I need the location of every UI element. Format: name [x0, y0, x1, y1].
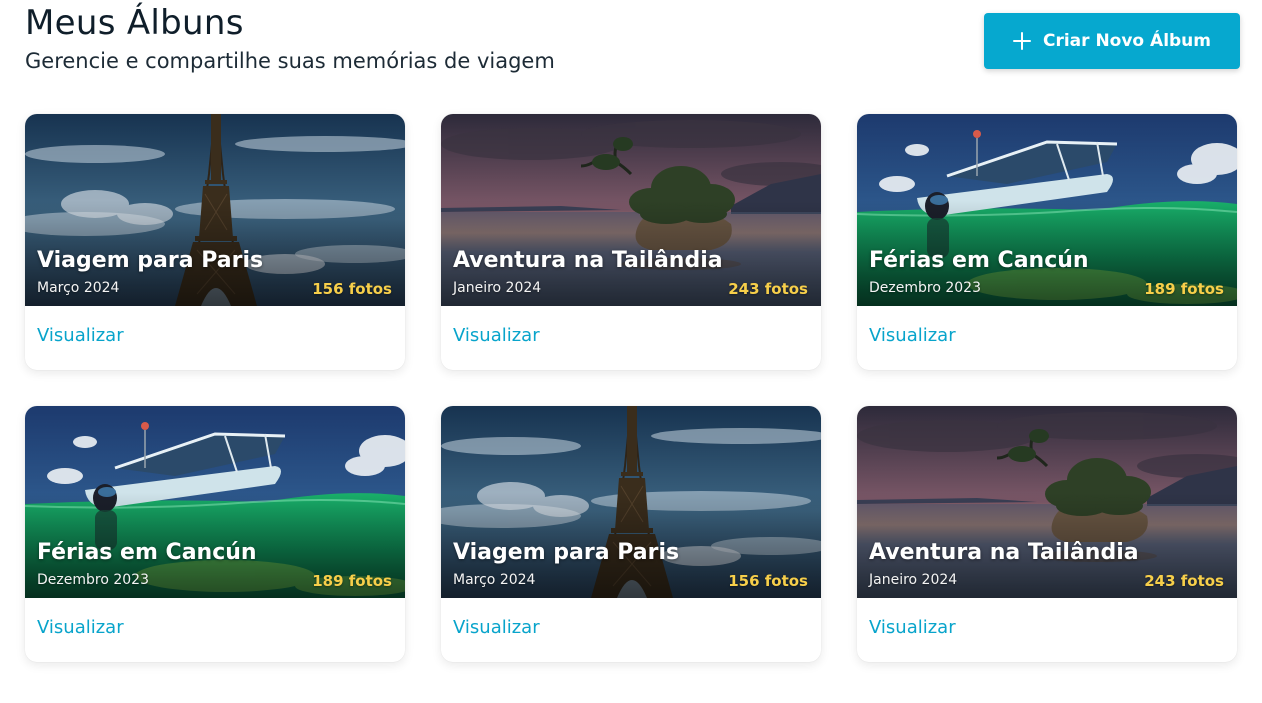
album-title: Viagem para Paris — [37, 248, 264, 273]
album-card[interactable]: Aventura na Tailândia Janeiro 2024 243 fot… — [441, 114, 821, 370]
album-cover-image[interactable] — [441, 114, 821, 306]
album-card[interactable]: Férias em Cancún Dezembro 2023 189 fotos Vi… — [857, 114, 1237, 370]
eiffel-tower-photo — [441, 406, 821, 598]
album-title: Aventura na Tailândia — [453, 248, 723, 273]
album-date: Janeiro 2024 — [869, 572, 958, 588]
island-sunset-photo — [857, 406, 1237, 598]
view-album-link[interactable]: Visualizar — [453, 617, 540, 638]
boat-snorkel-photo — [857, 114, 1237, 306]
album-title: Férias em Cancún — [37, 540, 257, 565]
album-date: Dezembro 2023 — [869, 280, 981, 296]
album-title: Férias em Cancún — [869, 248, 1089, 273]
album-photo-count: 243 fotos — [728, 280, 808, 298]
album-card[interactable]: Aventura na Tailândia Janeiro 2024 243 fot… — [857, 406, 1237, 662]
page-title: Meus Álbuns — [25, 3, 244, 43]
album-photo-count: 156 fotos — [728, 572, 808, 590]
album-date: Janeiro 2024 — [453, 280, 542, 296]
album-cover-image[interactable] — [857, 114, 1237, 306]
view-album-link[interactable]: Visualizar — [869, 617, 956, 638]
album-photo-count: 243 fotos — [1144, 572, 1224, 590]
view-album-link[interactable]: Visualizar — [37, 325, 124, 346]
album-photo-count: 156 fotos — [312, 280, 392, 298]
album-photo-count: 189 fotos — [312, 572, 392, 590]
album-date: Dezembro 2023 — [37, 572, 149, 588]
page-subtitle: Gerencie e compartilhe suas memórias de … — [25, 49, 555, 73]
island-sunset-photo — [441, 114, 821, 306]
view-album-link[interactable]: Visualizar — [453, 325, 540, 346]
albums-page: Meus Álbuns Gerencie e compartilhe suas … — [0, 0, 1262, 703]
album-cover-image[interactable] — [25, 406, 405, 598]
view-album-link[interactable]: Visualizar — [869, 325, 956, 346]
album-date: Março 2024 — [453, 572, 536, 588]
album-cover-image[interactable] — [857, 406, 1237, 598]
eiffel-tower-photo — [25, 114, 405, 306]
album-cover-image[interactable] — [441, 406, 821, 598]
boat-snorkel-photo — [25, 406, 405, 598]
page-header: Meus Álbuns Gerencie e compartilhe suas … — [25, 0, 1241, 80]
album-photo-count: 189 fotos — [1144, 280, 1224, 298]
album-title: Viagem para Paris — [453, 540, 680, 565]
album-date: Março 2024 — [37, 280, 120, 296]
album-card[interactable]: Férias em Cancún Dezembro 2023 189 fotos Vi… — [25, 406, 405, 662]
album-title: Aventura na Tailândia — [869, 540, 1139, 565]
album-cover-image[interactable] — [25, 114, 405, 306]
album-card[interactable]: Viagem para Paris Março 2024 156 fotos Visu… — [441, 406, 821, 662]
create-album-button[interactable]: Criar Novo Álbum — [984, 13, 1240, 69]
create-album-label: Criar Novo Álbum — [1042, 31, 1212, 51]
album-card[interactable]: Viagem para Paris Março 2024 156 fotos Visu… — [25, 114, 405, 370]
view-album-link[interactable]: Visualizar — [37, 617, 124, 638]
plus-icon — [1012, 32, 1031, 50]
